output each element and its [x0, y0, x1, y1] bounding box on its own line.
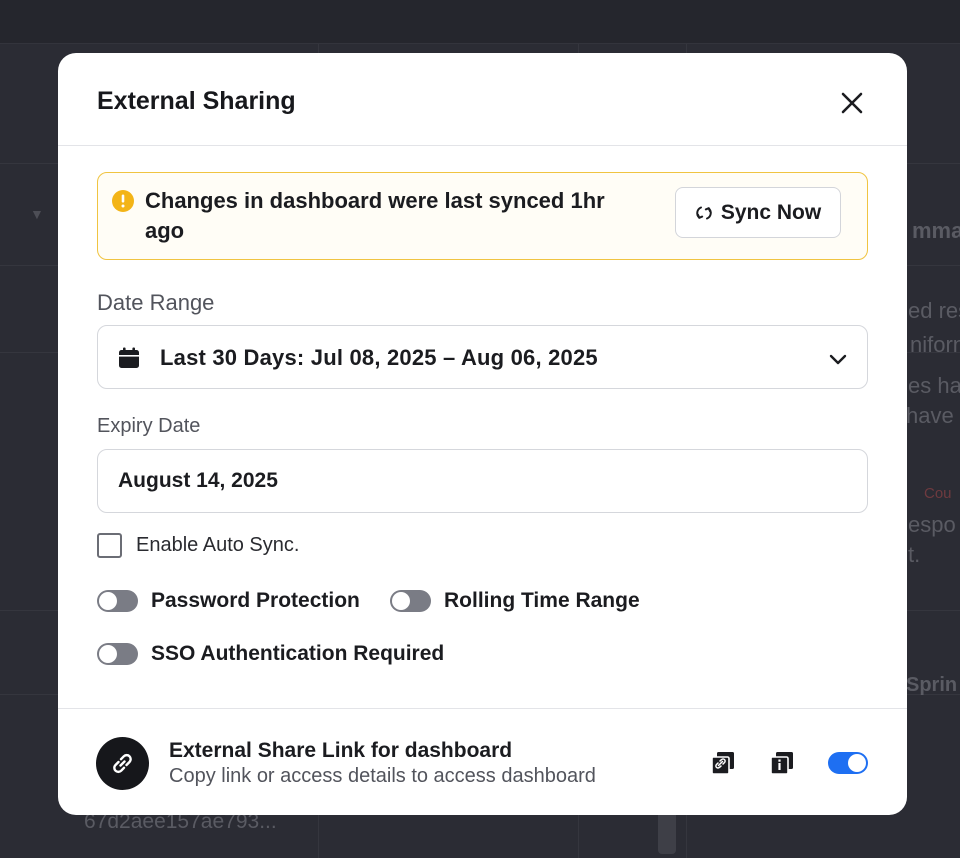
link-avatar: [96, 737, 149, 790]
background-text: niforn: [910, 332, 960, 357]
close-icon: [841, 92, 863, 114]
sso-authentication-option[interactable]: SSO Authentication Required: [97, 642, 444, 666]
warning-icon: [112, 190, 134, 212]
share-link-footer: External Share Link for dashboard Copy l…: [58, 708, 907, 815]
date-range-select[interactable]: Last 30 Days: Jul 08, 2025 – Aug 06, 202…: [97, 325, 868, 389]
background-text: ed res: [908, 298, 960, 323]
date-range-label: Date Range: [97, 290, 215, 315]
date-range-value: Last 30 Days: Jul 08, 2025 – Aug 06, 202…: [160, 345, 598, 370]
background-sort-arrow-icon: ▼: [30, 206, 44, 222]
password-protection-toggle[interactable]: [97, 590, 138, 612]
background-text: t.: [908, 542, 921, 567]
calendar-icon: [119, 347, 139, 368]
copy-link-button[interactable]: [710, 750, 736, 776]
modal-header: External Sharing: [58, 53, 907, 146]
share-link-subtitle: Copy link or access details to access da…: [169, 765, 596, 787]
background-text: Sprin: [906, 674, 958, 696]
chevron-down-icon: [829, 354, 847, 365]
background-text: Cou: [924, 485, 952, 502]
modal-title: External Sharing: [97, 87, 296, 115]
external-share-toggle[interactable]: [828, 752, 868, 774]
auto-sync-label: Enable Auto Sync.: [136, 534, 300, 556]
rolling-time-range-toggle[interactable]: [390, 590, 431, 612]
share-link-title: External Share Link for dashboard: [169, 739, 513, 762]
sync-now-button[interactable]: Sync Now: [675, 187, 841, 238]
auto-sync-checkbox[interactable]: [97, 533, 122, 558]
rolling-time-range-label: Rolling Time Range: [444, 589, 640, 612]
sso-authentication-toggle[interactable]: [97, 643, 138, 665]
link-icon: [113, 753, 132, 774]
background-text: espo: [908, 512, 956, 537]
copy-details-icon: [770, 752, 793, 775]
rolling-time-range-option[interactable]: Rolling Time Range: [390, 589, 640, 613]
expiry-date-input[interactable]: [118, 469, 818, 493]
copy-access-details-button[interactable]: [769, 750, 795, 776]
auto-sync-option[interactable]: Enable Auto Sync.: [97, 533, 299, 558]
sync-alert: Changes in dashboard were last synced 1h…: [97, 172, 868, 260]
background-text: es ha: [908, 373, 960, 398]
background-text: have a: [906, 403, 960, 428]
password-protection-label: Password Protection: [151, 589, 360, 612]
expiry-date-label: Expiry Date: [97, 415, 201, 437]
sync-now-label: Sync Now: [720, 200, 822, 224]
background-text: mma: [912, 218, 960, 243]
copy-link-icon: [711, 752, 734, 775]
sso-authentication-label: SSO Authentication Required: [151, 642, 445, 665]
background-topbar: [0, 0, 960, 44]
external-sharing-modal: External Sharing Changes in dashboard we…: [58, 53, 907, 815]
sync-alert-message: Changes in dashboard were last synced 1h…: [145, 188, 605, 243]
password-protection-option[interactable]: Password Protection: [97, 589, 360, 613]
close-button[interactable]: [838, 89, 866, 117]
expiry-date-field[interactable]: [97, 449, 868, 513]
sync-icon: [696, 206, 712, 219]
